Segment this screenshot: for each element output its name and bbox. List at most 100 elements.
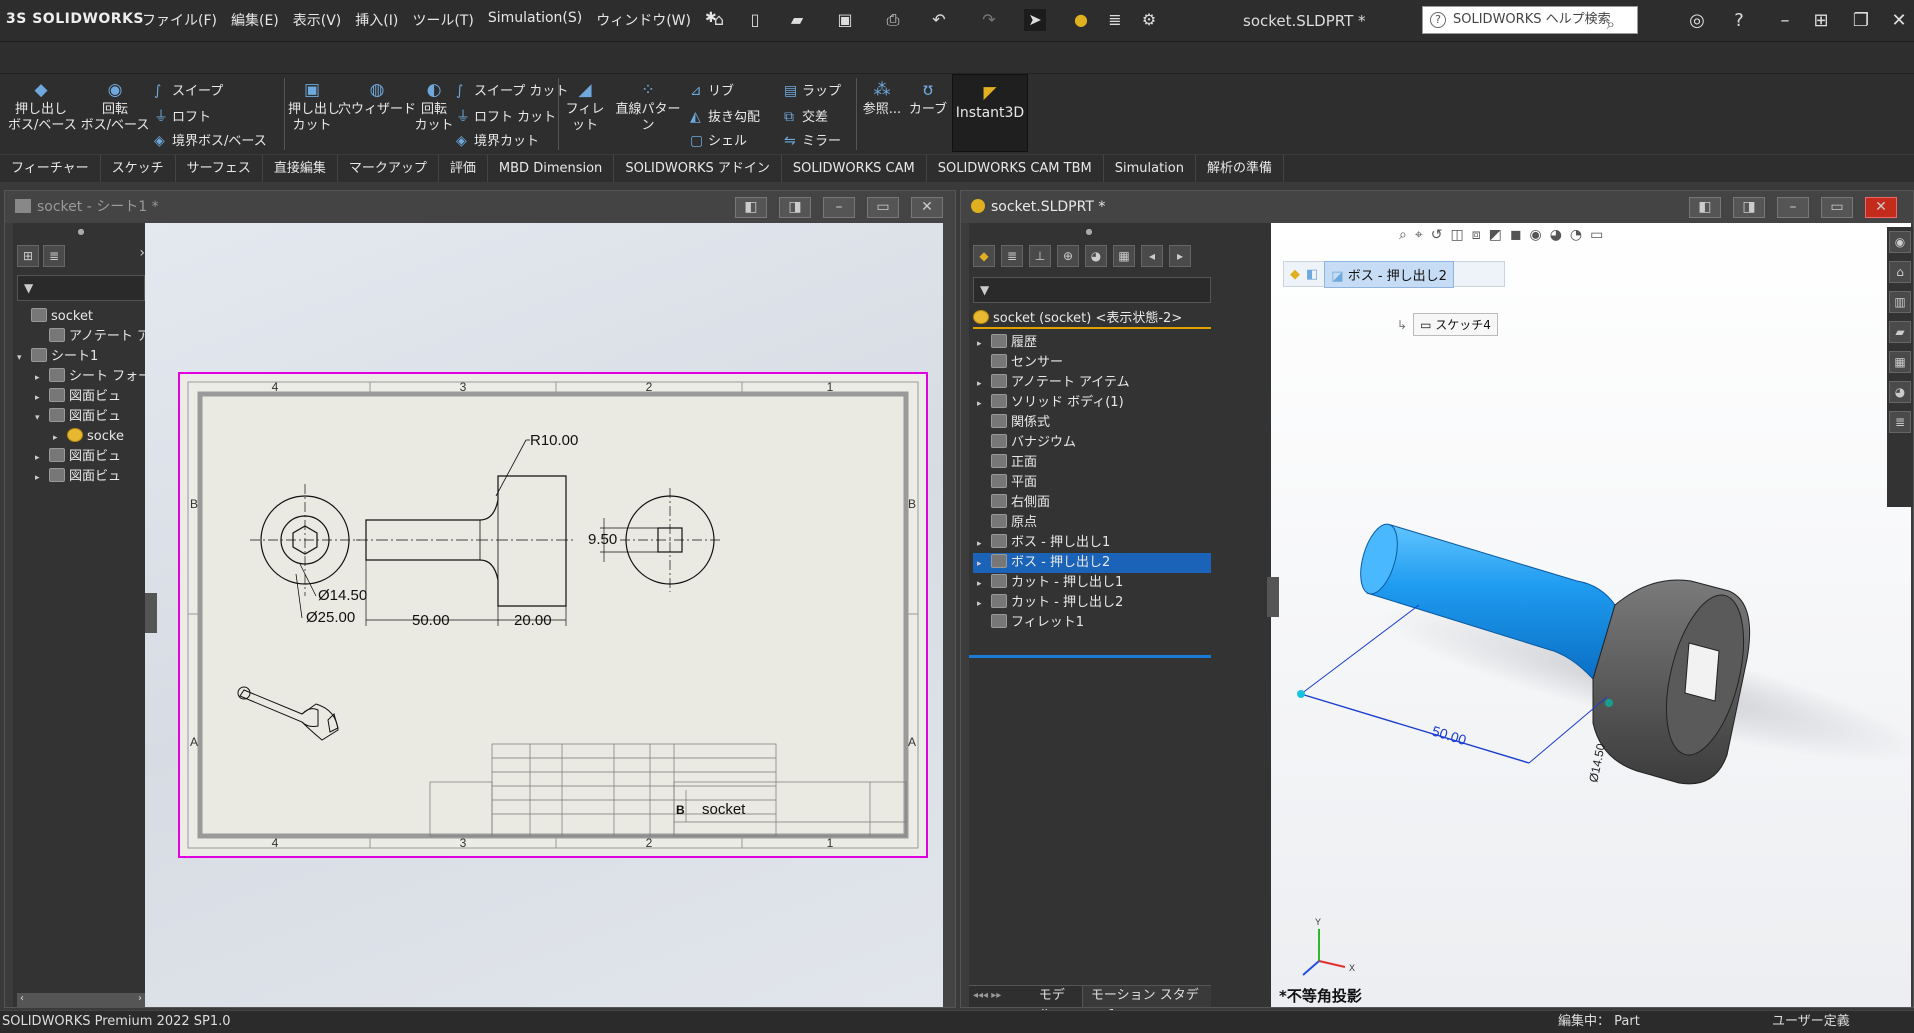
tab-mbd-dimension[interactable]: MBD Dimension	[488, 155, 615, 182]
chevron-right-icon[interactable]: ▸	[973, 394, 991, 414]
help-circle-icon[interactable]: ?	[1726, 8, 1752, 34]
close-window-icon[interactable]: ✕	[1865, 197, 1897, 218]
extrude-boss-button[interactable]: ◆ 押し出し ボス/ベース	[8, 80, 77, 134]
chevron-right-icon[interactable]: ▸	[973, 534, 991, 554]
drawing-tree-item[interactable]: ▸ 図面ビュ	[35, 387, 121, 407]
save-icon[interactable]: ▣	[834, 9, 856, 31]
drawing-tree-item[interactable]: socket	[17, 307, 93, 327]
tile-right-icon[interactable]: ◨	[1733, 197, 1765, 218]
minimize-icon[interactable]: –	[1772, 8, 1798, 34]
configuration-manager-tab-icon[interactable]: ⊥	[1029, 245, 1051, 267]
file-properties-icon[interactable]: ≣	[1104, 9, 1126, 31]
drawing-tree-item[interactable]: ▾ シート1	[17, 347, 98, 367]
tab-surfaces[interactable]: サーフェス	[176, 155, 263, 182]
part-tree-item[interactable]: 平面	[973, 473, 1211, 493]
part-tree-item[interactable]: 正面	[973, 453, 1211, 473]
tile-left-icon[interactable]: ◧	[1689, 197, 1721, 218]
drawing-tree-item[interactable]: ▸ 図面ビュ	[35, 467, 121, 487]
chevron-right-icon[interactable]: ▸	[973, 554, 991, 574]
part-tree-item[interactable]: センサー	[973, 353, 1211, 373]
panel-collapse-handle[interactable]	[1267, 577, 1279, 617]
tab-cam[interactable]: SOLIDWORKS CAM	[782, 155, 927, 182]
filter-input[interactable]: ▼	[17, 275, 145, 301]
tree-scroll-right-icon[interactable]: ▸	[1169, 245, 1191, 267]
tab-model[interactable]: モデル	[1029, 986, 1083, 1023]
chevron-right-icon[interactable]: ▸	[35, 468, 49, 488]
sweep-cut-button[interactable]: ∫ スイープ カット	[456, 80, 568, 99]
tab-addins[interactable]: SOLIDWORKS アドイン	[614, 155, 782, 182]
wrap-button[interactable]: ▤ ラップ	[784, 80, 841, 99]
chevron-right-icon[interactable]: ▸	[973, 374, 991, 394]
scroll-right-icon[interactable]: ›	[138, 993, 142, 1004]
close-app-icon[interactable]: ✕	[1886, 8, 1912, 34]
select-icon[interactable]: ➤	[1024, 9, 1046, 31]
draft-button[interactable]: ◭ 抜き勾配	[690, 106, 760, 125]
rebuild-icon[interactable]: ●	[1070, 9, 1092, 31]
drawing-tree-item[interactable]: ▸ シート フォーマ	[35, 367, 149, 387]
chevron-right-icon[interactable]: ▸	[973, 594, 991, 614]
design-library-icon[interactable]: ▥	[1889, 291, 1911, 313]
appearances-icon[interactable]: ◕	[1889, 381, 1911, 403]
redo-icon[interactable]: ↷	[978, 9, 1000, 31]
tab-sketch[interactable]: スケッチ	[101, 155, 176, 182]
tab-features[interactable]: フィーチャー	[0, 155, 101, 182]
part-tree-item[interactable]: 原点	[973, 513, 1211, 533]
panel-collapse-handle[interactable]	[145, 593, 157, 633]
cam-tab-icon[interactable]: ▦	[1113, 245, 1135, 267]
tile-icon[interactable]: ⊞	[1808, 8, 1834, 34]
revolve-boss-button[interactable]: ◉ 回転 ボス/ベース	[80, 80, 150, 134]
property-manager-tab-icon[interactable]: ≣	[1001, 245, 1023, 267]
part-tree-item[interactable]: ▸ カット - 押し出し2	[973, 593, 1211, 613]
chevron-right-icon[interactable]: ▸	[35, 448, 49, 468]
chevron-right-icon[interactable]: ▸	[35, 388, 49, 408]
solidworks-logo[interactable]: 3S SOLIDWORKS	[6, 11, 144, 27]
tab-markup[interactable]: マークアップ	[338, 155, 439, 182]
menu-edit[interactable]: 編集(E)	[231, 10, 279, 30]
new-document-icon[interactable]: ▯	[744, 9, 766, 31]
vertical-scrollbar[interactable]	[943, 223, 955, 1007]
part-tree-item[interactable]: ▸ ボス - 押し出し1	[973, 533, 1211, 553]
horizontal-scrollbar[interactable]: ‹ ›	[17, 993, 145, 1007]
chevron-right-icon[interactable]: ▸	[35, 368, 49, 388]
reference-geometry-button[interactable]: ⁂ 参照...	[858, 80, 906, 118]
options-gear-icon[interactable]: ⚙	[1138, 9, 1160, 31]
drawing-tree-item[interactable]: アノテート アイテム	[35, 327, 149, 347]
tab-cam-tbm[interactable]: SOLIDWORKS CAM TBM	[927, 155, 1104, 182]
part-tree-item[interactable]: ▸ カット - 押し出し1	[973, 573, 1211, 593]
display-manager-tab-icon[interactable]: ◕	[1085, 245, 1107, 267]
loft-cut-button[interactable]: ⏚ ロフト カット	[456, 106, 556, 126]
loft-button[interactable]: ⏚ ロフト	[154, 106, 211, 126]
drawing-sheet[interactable]: 4 3 2 1 4 3 2 1 B A B A Ø14.50 Ø25.00 R1…	[178, 372, 928, 858]
rib-button[interactable]: ⊿ リブ	[690, 80, 734, 99]
feature-manager-tab-icon[interactable]: ⊞	[17, 245, 39, 267]
chevron-down-icon[interactable]: ▾	[35, 408, 49, 428]
print-icon[interactable]: ⎙	[882, 9, 904, 31]
square-drive-hole[interactable]	[1684, 642, 1720, 702]
tile-left-icon[interactable]: ◧	[735, 197, 767, 218]
drawing-tree-item[interactable]: ▸ 図面ビュ	[35, 447, 121, 467]
custom-properties-icon[interactable]: ≣	[1889, 411, 1911, 433]
part-tree-root[interactable]: socket (socket) <表示状態-2>	[973, 309, 1211, 329]
chevron-right-icon[interactable]: ▸	[973, 334, 991, 354]
property-manager-tab-icon[interactable]: ≣	[43, 245, 65, 267]
instant3d-button[interactable]: ◤ Instant3D	[952, 74, 1028, 152]
dimension-endpoint[interactable]	[1605, 699, 1613, 707]
menu-simulation[interactable]: Simulation(S)	[488, 10, 582, 30]
part-tree-item[interactable]: バナジウム	[973, 433, 1211, 453]
rollback-bar[interactable]	[969, 655, 1211, 658]
part-tree-item[interactable]: ▸ ボス - 押し出し2	[973, 553, 1211, 573]
part-tree-item[interactable]: フィレット1	[973, 613, 1211, 633]
mirror-button[interactable]: ⇋ ミラー	[784, 130, 841, 149]
undo-icon[interactable]: ↶	[928, 9, 950, 31]
tree-scroll-left-icon[interactable]: ◂	[1141, 245, 1163, 267]
extrude-cut-button[interactable]: ▣ 押し出し カット	[288, 80, 340, 134]
filter-input[interactable]: ▼	[973, 277, 1211, 303]
tab-evaluate[interactable]: 評価	[439, 155, 488, 182]
chevron-down-icon[interactable]: ▾	[17, 348, 31, 368]
home-icon[interactable]: ⌂	[708, 9, 730, 31]
part-tree-item[interactable]: ▸ 履歴	[973, 333, 1211, 353]
scroll-left-icon[interactable]: ‹	[20, 993, 24, 1004]
tab-direct-editing[interactable]: 直接編集	[263, 155, 338, 182]
hole-wizard-button[interactable]: ◍ 穴ウィザード	[338, 80, 416, 118]
part-tree-item[interactable]: 右側面	[973, 493, 1211, 513]
